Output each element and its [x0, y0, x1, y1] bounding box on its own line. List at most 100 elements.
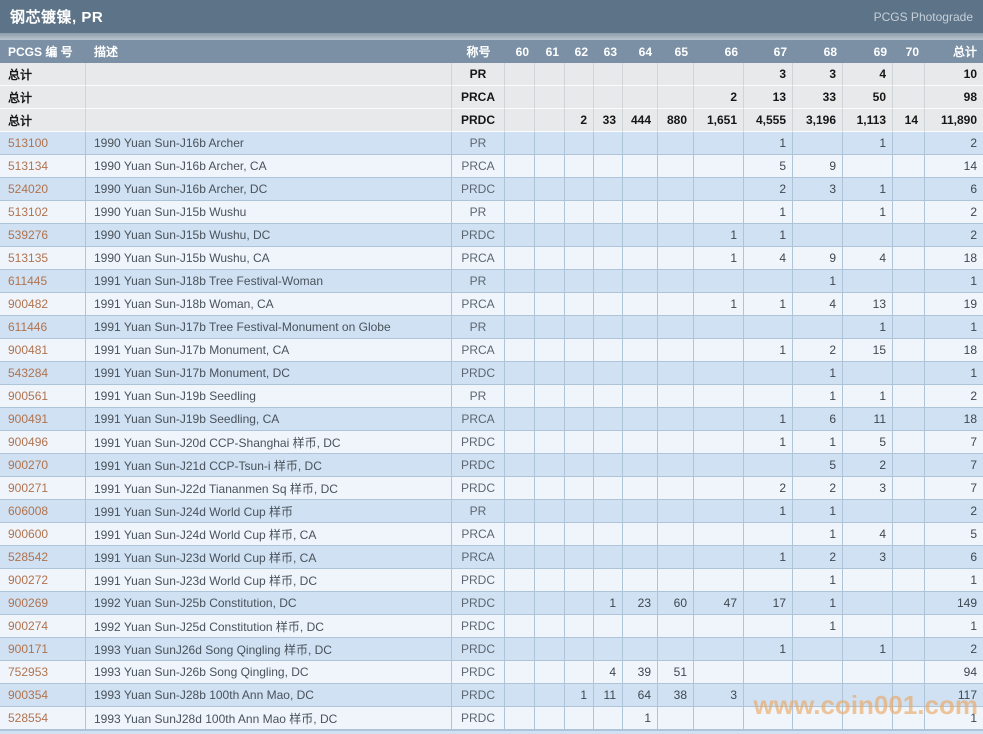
grade-cell-66: 3: [694, 684, 744, 707]
coin-description: 1991 Yuan Sun-J23d World Cup 样币, DC: [86, 569, 452, 592]
grade-cell-60: [505, 546, 535, 569]
grade-cell-67: [744, 270, 793, 293]
grade-cell-65: [658, 431, 694, 454]
pcgs-number-link[interactable]: 900171: [0, 638, 86, 661]
column-header-63: 63: [594, 40, 623, 63]
grade-cell-65: [658, 362, 694, 385]
grade-cell-67: 1: [744, 408, 793, 431]
table-row: 5432841991 Yuan Sun-J17b Monument, DCPRD…: [0, 362, 983, 385]
pcgs-number-link[interactable]: 752953: [0, 661, 86, 684]
grade-cell-63: 1: [594, 592, 623, 615]
pcgs-number-link[interactable]: 900274: [0, 615, 86, 638]
pcgs-number-link[interactable]: 513134: [0, 155, 86, 178]
pcgs-number-link[interactable]: 611445: [0, 270, 86, 293]
grade-cell-62: [565, 569, 594, 592]
pcgs-number-link[interactable]: 900271: [0, 477, 86, 500]
grade-cell-60: [505, 224, 535, 247]
grade-cell-70: [893, 431, 925, 454]
pcgs-number-link[interactable]: 513102: [0, 201, 86, 224]
coin-description: 1991 Yuan Sun-J20d CCP-Shanghai 样币, DC: [86, 431, 452, 454]
designation-cell: PRDC: [452, 454, 505, 477]
grade-cell-65: [658, 293, 694, 316]
designation-cell: PR: [452, 63, 505, 86]
designation-cell: PRCA: [452, 247, 505, 270]
grade-cell-66: 47: [694, 592, 744, 615]
column-header-67: 67: [744, 40, 793, 63]
pcgs-number-link[interactable]: 900496: [0, 431, 86, 454]
grade-cell-60: [505, 569, 535, 592]
grade-cell-67: 1: [744, 546, 793, 569]
grade-cell-69: [843, 592, 893, 615]
pcgs-number-link[interactable]: 900491: [0, 408, 86, 431]
pcgs-number-link[interactable]: 900600: [0, 523, 86, 546]
designation-cell: PRDC: [452, 224, 505, 247]
grade-cell-60: [505, 500, 535, 523]
pcgs-number-link[interactable]: 528542: [0, 546, 86, 569]
coin-description: 1990 Yuan Sun-J16b Archer: [86, 132, 452, 155]
designation-cell: PRDC: [452, 431, 505, 454]
pcgs-number-link[interactable]: 513135: [0, 247, 86, 270]
pcgs-number-link[interactable]: 900354: [0, 684, 86, 707]
coin-description: 1990 Yuan Sun-J16b Archer, DC: [86, 178, 452, 201]
grade-cell-66: [694, 454, 744, 477]
summary-row-pr: 总计PR33410: [0, 63, 983, 86]
grade-cell-62: [565, 247, 594, 270]
grade-cell-63: [594, 615, 623, 638]
grade-cell-66: [694, 385, 744, 408]
designation-cell: PR: [452, 201, 505, 224]
grade-cell-68: 2: [793, 339, 843, 362]
grade-cell-70: [893, 546, 925, 569]
grade-cell-64: [623, 316, 658, 339]
pcgs-number-link[interactable]: 606008: [0, 500, 86, 523]
grade-cell-61: [535, 109, 565, 132]
grade-cell-62: [565, 270, 594, 293]
coin-description: 1991 Yuan Sun-J17b Monument, CA: [86, 339, 452, 362]
table-row: 5131001990 Yuan Sun-J16b ArcherPR112: [0, 132, 983, 155]
grade-cell-65: [658, 201, 694, 224]
grade-cell-68: 6: [793, 408, 843, 431]
designation-cell: PRDC: [452, 477, 505, 500]
grade-cell-63: [594, 316, 623, 339]
grade-cell-70: [893, 247, 925, 270]
table-row: 9004821991 Yuan Sun-J18b Woman, CAPRCA11…: [0, 293, 983, 316]
grade-cell-69: [843, 569, 893, 592]
row-total-cell: 1: [925, 707, 983, 730]
pcgs-number-link[interactable]: 611446: [0, 316, 86, 339]
designation-cell: PR: [452, 500, 505, 523]
pcgs-number-link[interactable]: 900270: [0, 454, 86, 477]
row-total-cell: 1: [925, 270, 983, 293]
row-total-cell: 10: [925, 63, 983, 86]
grade-cell-63: [594, 293, 623, 316]
pcgs-number-link[interactable]: 900561: [0, 385, 86, 408]
table-row: 9002721991 Yuan Sun-J23d World Cup 样币, D…: [0, 569, 983, 592]
pcgs-number-link[interactable]: 900481: [0, 339, 86, 362]
pcgs-number-link[interactable]: 900482: [0, 293, 86, 316]
pcgs-number-link[interactable]: 524020: [0, 178, 86, 201]
grade-cell-64: [623, 224, 658, 247]
page-title: 钢芯镀镍, PR: [10, 6, 103, 27]
pcgs-number-link[interactable]: 528554: [0, 707, 86, 730]
pcgs-number-link[interactable]: 900272: [0, 569, 86, 592]
grade-cell-62: [565, 155, 594, 178]
grade-cell-63: [594, 270, 623, 293]
grade-cell-65: [658, 638, 694, 661]
designation-cell: PRCA: [452, 408, 505, 431]
grade-cell-68: 2: [793, 546, 843, 569]
photograde-link[interactable]: PCGS Photograde: [874, 10, 973, 24]
grade-cell-65: [658, 408, 694, 431]
pcgs-number-link[interactable]: 543284: [0, 362, 86, 385]
pcgs-number-link[interactable]: 513100: [0, 132, 86, 155]
grade-cell-68: [793, 316, 843, 339]
grade-cell-60: [505, 362, 535, 385]
grade-cell-67: 3: [744, 63, 793, 86]
grade-cell-64: [623, 132, 658, 155]
grade-cell-63: [594, 569, 623, 592]
grade-cell-70: [893, 477, 925, 500]
pcgs-number-link[interactable]: 539276: [0, 224, 86, 247]
grade-cell-64: [623, 86, 658, 109]
pcgs-number-link[interactable]: 900269: [0, 592, 86, 615]
column-header-description: 描述: [86, 40, 452, 63]
grade-cell-68: 1: [793, 385, 843, 408]
table-body: 总计PR33410总计PRCA213335098总计PRDC2334448801…: [0, 63, 983, 730]
grade-cell-64: [623, 615, 658, 638]
